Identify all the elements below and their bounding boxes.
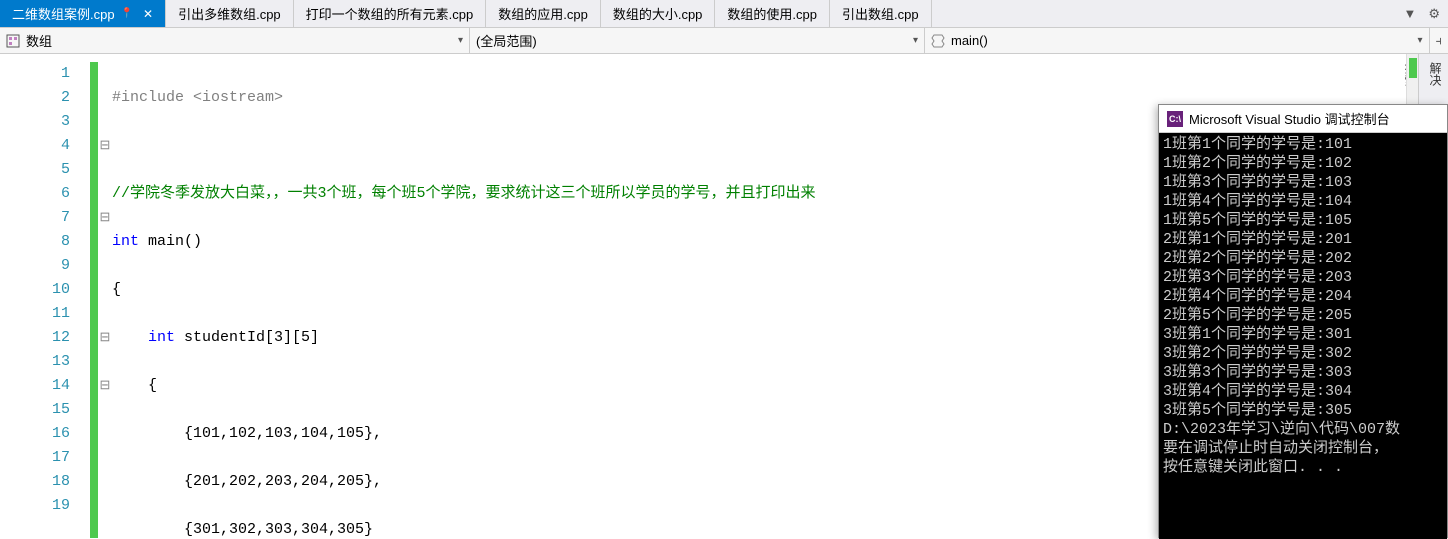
debug-console-window[interactable]: C:\ Microsoft Visual Studio 调试控制台 1班第1个同… bbox=[1158, 104, 1448, 538]
tab-3[interactable]: 数组的应用.cpp bbox=[486, 0, 601, 27]
scope-selector-3[interactable]: main() ▾ bbox=[925, 28, 1430, 53]
fold-gutter[interactable]: ⊟ ⊟ ⊟ ⊟ bbox=[98, 54, 112, 538]
chevron-down-icon: ▾ bbox=[458, 35, 463, 46]
scope-label: main() bbox=[951, 33, 988, 48]
tab-5[interactable]: 数组的使用.cpp bbox=[715, 0, 830, 27]
console-titlebar[interactable]: C:\ Microsoft Visual Studio 调试控制台 bbox=[1159, 105, 1447, 133]
tab-1[interactable]: 引出多维数组.cpp bbox=[166, 0, 294, 27]
pin-icon[interactable]: 📍 bbox=[121, 8, 133, 19]
console-output[interactable]: 1班第1个同学的学号是:101 1班第2个同学的学号是:102 1班第3个同学的… bbox=[1159, 133, 1447, 539]
line-numbers: 123 456 789 101112 131415 161718 19 bbox=[0, 54, 90, 538]
fold-toggle: ⊟ bbox=[98, 206, 112, 230]
tab-6[interactable]: 引出数组.cpp bbox=[830, 0, 932, 27]
console-title-text: Microsoft Visual Studio 调试控制台 bbox=[1189, 109, 1390, 128]
tab-label: 数组的大小.cpp bbox=[613, 4, 703, 23]
tab-4[interactable]: 数组的大小.cpp bbox=[601, 0, 716, 27]
chevron-down-icon: ▾ bbox=[913, 35, 918, 46]
project-icon bbox=[6, 34, 20, 48]
navigation-bar: 数组 ▾ (全局范围) ▾ main() ▾ ⫞ bbox=[0, 28, 1448, 54]
scope-label: 数组 bbox=[26, 31, 52, 50]
fold-toggle: ⊟ bbox=[98, 374, 112, 398]
tab-2[interactable]: 打印一个数组的所有元素.cpp bbox=[294, 0, 487, 27]
tab-active[interactable]: 二维数组案例.cpp 📍 ✕ bbox=[0, 0, 166, 27]
tab-label: 打印一个数组的所有元素.cpp bbox=[306, 4, 474, 23]
tab-label: 引出数组.cpp bbox=[842, 4, 919, 23]
chevron-down-icon: ▾ bbox=[1417, 35, 1422, 46]
document-tabs: 二维数组案例.cpp 📍 ✕ 引出多维数组.cpp 打印一个数组的所有元素.cp… bbox=[0, 0, 1448, 28]
split-button[interactable]: ⫞ bbox=[1430, 28, 1448, 53]
gear-icon[interactable]: ⚙ bbox=[1424, 4, 1444, 24]
fold-toggle: ⊟ bbox=[98, 326, 112, 350]
minimap-change-mark bbox=[1409, 58, 1417, 78]
tab-label: 引出多维数组.cpp bbox=[178, 4, 281, 23]
close-icon[interactable]: ✕ bbox=[143, 7, 153, 21]
vs-icon: C:\ bbox=[1167, 111, 1183, 127]
scope-selector-2[interactable]: (全局范围) ▾ bbox=[470, 28, 925, 53]
split-icon: ⫞ bbox=[1436, 33, 1443, 49]
tab-label: 二维数组案例.cpp bbox=[12, 4, 115, 23]
tab-label: 数组的应用.cpp bbox=[498, 4, 588, 23]
scope-selector-1[interactable]: 数组 ▾ bbox=[0, 28, 470, 53]
dropdown-icon[interactable]: ▼ bbox=[1399, 4, 1420, 23]
change-indicator bbox=[90, 62, 98, 538]
tab-label: 数组的使用.cpp bbox=[727, 4, 817, 23]
tabs-controls: ▼ ⚙ bbox=[1399, 0, 1448, 27]
fold-toggle: ⊟ bbox=[98, 134, 112, 158]
function-icon bbox=[931, 34, 945, 48]
scope-label: (全局范围) bbox=[476, 31, 537, 50]
